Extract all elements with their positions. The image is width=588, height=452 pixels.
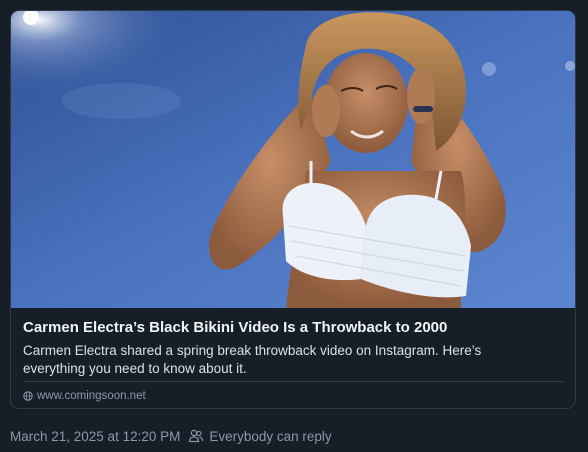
link-preview-image[interactable] xyxy=(11,11,575,308)
post-meta: March 21, 2025 at 12:20 PM Everybody can… xyxy=(10,427,332,445)
reply-setting[interactable]: Everybody can reply xyxy=(188,428,332,444)
reply-setting-label: Everybody can reply xyxy=(209,428,332,444)
link-preview-card[interactable]: Carmen Electra’s Black Bikini Video Is a… xyxy=(10,10,576,409)
link-preview-text[interactable]: Carmen Electra’s Black Bikini Video Is a… xyxy=(11,308,575,408)
link-preview-title[interactable]: Carmen Electra’s Black Bikini Video Is a… xyxy=(23,318,563,337)
preview-photo xyxy=(11,11,575,308)
link-preview-domain-text: www.comingsoon.net xyxy=(37,390,146,402)
link-preview-domain[interactable]: www.comingsoon.net xyxy=(23,388,146,404)
people-icon xyxy=(188,429,204,443)
link-preview-description: Carmen Electra shared a spring break thr… xyxy=(23,343,482,376)
link-preview-divider xyxy=(23,381,564,382)
globe-icon xyxy=(23,391,33,401)
post-timestamp[interactable]: March 21, 2025 at 12:20 PM xyxy=(10,429,180,444)
